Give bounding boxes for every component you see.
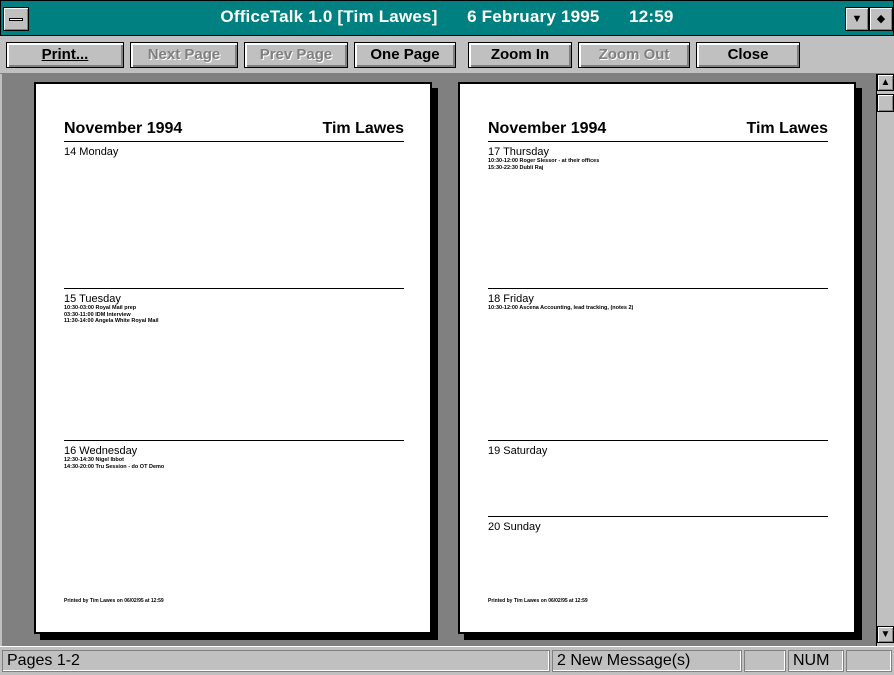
preview-page-1: November 1994 Tim Lawes 14 Monday 15 Tue…: [34, 82, 432, 634]
event-entry: 10:30-12:00 Ascena Accounting, lead trac…: [488, 305, 634, 311]
status-blank: [744, 650, 786, 672]
event-entry: 11:30-14:00 Angela White Royal Mail: [64, 318, 159, 324]
one-page-button[interactable]: One Page: [354, 42, 456, 68]
event-entry: 14:30-20:00 Tru Session - do OT Demo: [64, 463, 165, 470]
status-bar: Pages 1-2 2 New Message(s) NUM: [0, 646, 894, 675]
status-pages: Pages 1-2: [2, 650, 550, 672]
page-month: November 1994: [64, 120, 183, 137]
page-header: November 1994 Tim Lawes: [488, 120, 828, 142]
day-name: 17 Thursday: [488, 146, 549, 158]
scroll-down-icon[interactable]: ▼: [877, 626, 894, 643]
title-bar: OfficeTalk 1.0 [Tim Lawes] 6 February 19…: [0, 0, 894, 36]
day-block: 18 Friday 10:30-12:00 Ascena Accounting,…: [488, 288, 828, 312]
prev-page-button[interactable]: Prev Page: [244, 42, 348, 68]
minimize-button[interactable]: ▼: [845, 7, 869, 31]
day-name: 14 Monday: [64, 146, 119, 158]
preview-page-2: November 1994 Tim Lawes 17 Thursday 10:3…: [458, 82, 856, 634]
day-block: 14 Monday: [64, 142, 404, 158]
page-header: November 1994 Tim Lawes: [64, 120, 404, 142]
next-page-button[interactable]: Next Page: [130, 42, 238, 68]
print-button[interactable]: Print...: [6, 42, 124, 68]
page-footer: Printed by Tim Lawes on 06/02/95 at 12:5…: [488, 598, 588, 604]
day-name: 15 Tuesday: [64, 293, 121, 305]
zoom-in-button[interactable]: Zoom In: [468, 42, 572, 68]
day-block: 15 Tuesday 10:30-03:00 Royal Mail prep 0…: [64, 288, 404, 325]
page-owner: Tim Lawes: [322, 120, 404, 137]
status-blank-2: [846, 650, 892, 672]
day-name: 19 Saturday: [488, 445, 548, 457]
page-footer: Printed by Tim Lawes on 06/02/95 at 12:5…: [64, 598, 164, 604]
day-name: 16 Wednesday: [64, 445, 138, 457]
toolbar: Print... Next Page Prev Page One Page Zo…: [0, 36, 894, 74]
vertical-scrollbar[interactable]: ▲ ▼: [876, 74, 894, 646]
page-owner: Tim Lawes: [746, 120, 828, 137]
event-entry: 15:30-22:30 Dubli Raj: [488, 164, 544, 171]
zoom-out-button[interactable]: Zoom Out: [578, 42, 690, 68]
day-block: 17 Thursday 10:30-12:00 Roger Slessor - …: [488, 142, 828, 171]
restore-button[interactable]: ◆: [869, 7, 893, 31]
print-preview-area[interactable]: November 1994 Tim Lawes 14 Monday 15 Tue…: [2, 74, 876, 646]
status-messages: 2 New Message(s): [552, 650, 742, 672]
scroll-up-icon[interactable]: ▲: [877, 74, 894, 91]
status-num: NUM: [788, 650, 844, 672]
day-name: 20 Sunday: [488, 521, 541, 533]
close-button[interactable]: Close: [696, 42, 800, 68]
day-name: 18 Friday: [488, 293, 534, 305]
day-block: 20 Sunday: [488, 516, 828, 533]
window-title: OfficeTalk 1.0 [Tim Lawes] 6 February 19…: [220, 7, 674, 26]
day-block: 19 Saturday: [488, 440, 828, 457]
scroll-thumb[interactable]: [877, 94, 894, 112]
day-block: 16 Wednesday 12:30-14:30 Nigel Ibbot 14:…: [64, 440, 404, 470]
page-month: November 1994: [488, 120, 607, 137]
